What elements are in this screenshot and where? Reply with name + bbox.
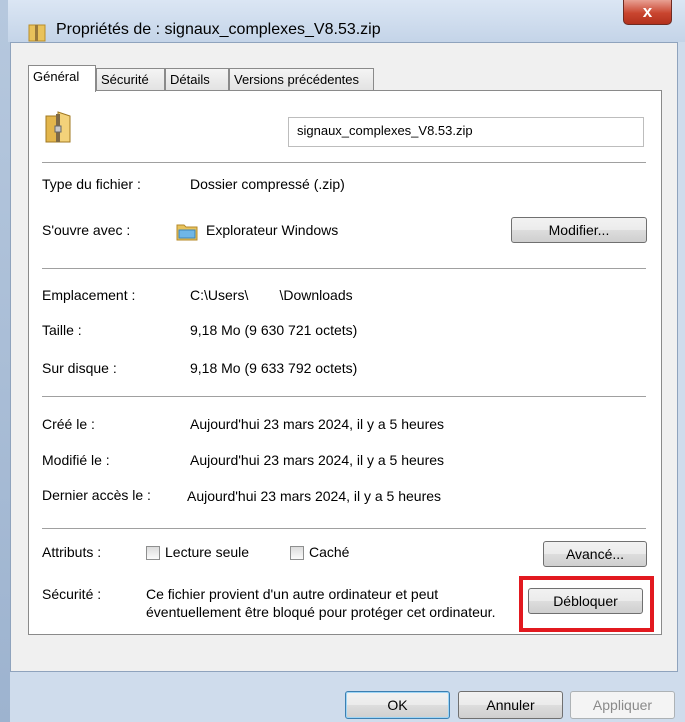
location-value: C:\Users\ \Downloads: [190, 287, 353, 303]
separator: [42, 268, 646, 269]
ok-button[interactable]: OK: [345, 691, 450, 719]
advanced-button[interactable]: Avancé...: [543, 541, 647, 567]
modified-label: Modifié le :: [42, 452, 110, 468]
separator: [42, 396, 646, 397]
created-label: Créé le :: [42, 416, 95, 432]
opens-with-label: S'ouvre avec :: [42, 222, 131, 238]
cancel-button[interactable]: Annuler: [458, 691, 563, 719]
tab-security[interactable]: Sécurité: [96, 68, 165, 91]
created-value: Aujourd'hui 23 mars 2024, il y a 5 heure…: [190, 416, 445, 432]
size-value: 9,18 Mo (9 630 721 octets): [190, 322, 358, 338]
security-message-line1: Ce fichier provient d'un autre ordinateu…: [146, 586, 439, 602]
attributes-label: Attributs :: [42, 544, 102, 560]
location-label: Emplacement :: [42, 287, 136, 303]
disk-size-value: 9,18 Mo (9 633 792 octets): [190, 360, 358, 376]
hidden-label[interactable]: Caché: [309, 544, 349, 560]
highlight-box: [519, 576, 654, 632]
tab-details[interactable]: Détails: [165, 68, 229, 91]
explorer-icon: [176, 224, 198, 241]
change-button[interactable]: Modifier...: [511, 217, 647, 243]
tab-previous-versions[interactable]: Versions précédentes: [229, 68, 374, 91]
security-message-line2: éventuellement être bloqué pour protéger…: [146, 604, 496, 620]
opens-with-value: Explorateur Windows: [206, 222, 339, 238]
file-name-field[interactable]: signaux_complexes_V8.53.zip: [288, 117, 644, 147]
separator: [42, 528, 646, 529]
folder-icon: [28, 24, 46, 42]
properties-window: Propriétés de : signaux_complexes_V8.53.…: [0, 0, 685, 722]
apply-button[interactable]: Appliquer: [570, 691, 675, 719]
size-label: Taille :: [42, 322, 82, 338]
disk-size-label: Sur disque :: [42, 360, 117, 376]
close-button[interactable]: x: [623, 0, 672, 25]
title-bar[interactable]: Propriétés de : signaux_complexes_V8.53.…: [8, 0, 685, 42]
accessed-value: Aujourd'hui 23 mars 2024, il y a 5 heure…: [187, 488, 442, 504]
tab-general[interactable]: Général: [28, 65, 96, 92]
readonly-checkbox[interactable]: [146, 546, 160, 560]
file-type-value: Dossier compressé (.zip): [190, 176, 345, 192]
file-type-label: Type du fichier :: [42, 176, 141, 192]
hidden-checkbox[interactable]: [290, 546, 304, 560]
accessed-label: Dernier accès le :: [42, 487, 151, 503]
security-label: Sécurité :: [42, 586, 102, 602]
separator: [42, 162, 646, 163]
readonly-label[interactable]: Lecture seule: [165, 544, 249, 560]
window-title: Propriétés de : signaux_complexes_V8.53.…: [56, 21, 381, 38]
modified-value: Aujourd'hui 23 mars 2024, il y a 5 heure…: [190, 452, 445, 468]
file-name-text: signaux_complexes_V8.53.zip: [297, 123, 473, 138]
zip-folder-icon: [45, 111, 71, 143]
